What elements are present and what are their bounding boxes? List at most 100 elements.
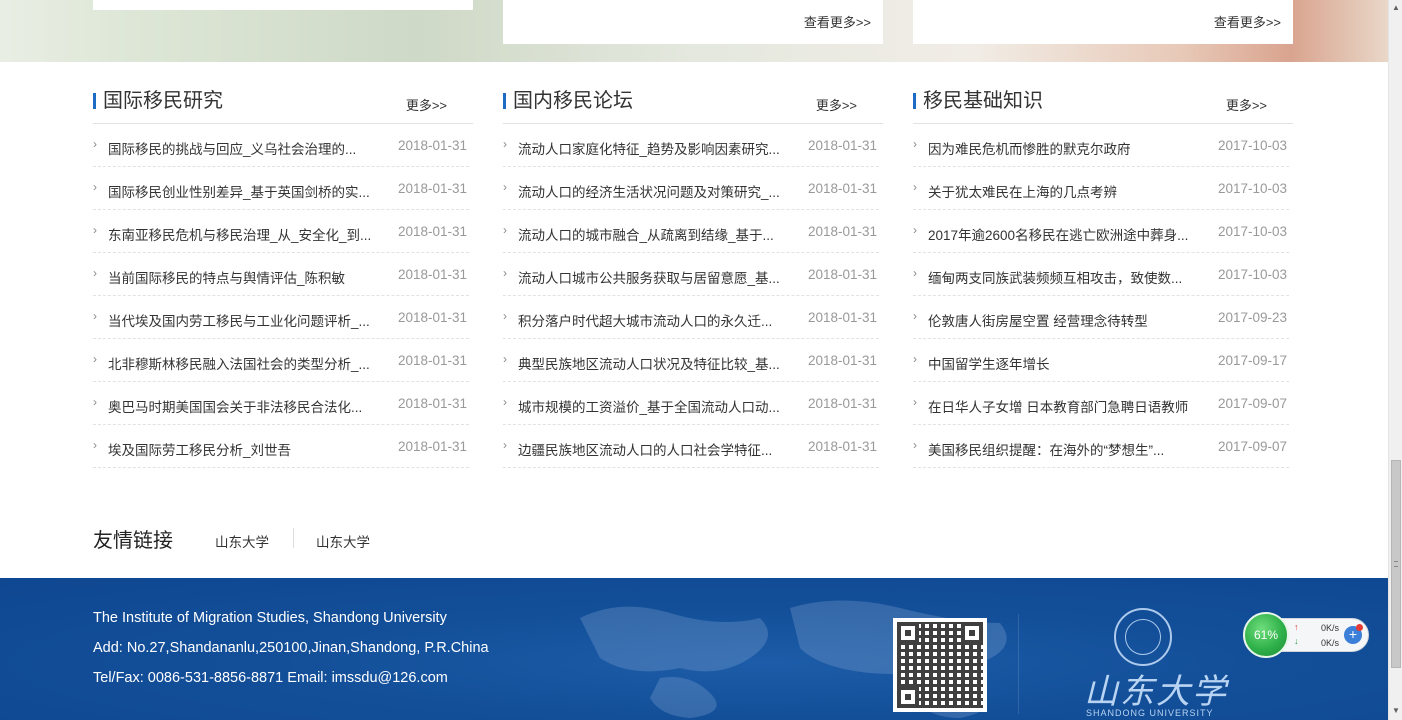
chevron-right-icon: ›	[503, 266, 507, 280]
link-divider	[293, 528, 294, 548]
column-migration-basics: 移民基础知识 更多>> › 因为难民危机而惨胜的默克尔政府 2017-10-03 ›…	[913, 86, 1293, 468]
news-title[interactable]: 流动人口城市公共服务获取与居留意愿_基...	[518, 267, 788, 287]
column-title: 移民基础知识	[913, 90, 1043, 112]
network-speed-widget[interactable]: 61% ↑ ↓ 0K/s 0K/s +	[1243, 612, 1369, 658]
chevron-right-icon: ›	[503, 137, 507, 151]
news-item[interactable]: › 积分落户时代超大城市流动人口的永久迁... 2018-01-31	[503, 296, 879, 339]
news-item[interactable]: › 国际移民创业性别差异_基于英国剑桥的实... 2018-01-31	[93, 167, 469, 210]
news-title[interactable]: 伦敦唐人街房屋空置 经营理念待转型	[928, 310, 1198, 330]
news-title[interactable]: 北非穆斯林移民融入法国社会的类型分析_...	[108, 353, 378, 373]
footer-address: Add: No.27,Shandananlu,250100,Jinan,Shan…	[93, 640, 489, 656]
news-item[interactable]: › 关于犹太难民在上海的几点考辨 2017-10-03	[913, 167, 1289, 210]
chevron-right-icon: ›	[913, 180, 917, 194]
news-item[interactable]: › 在日华人子女增 日本教育部门急聘日语教师 2017-09-07	[913, 382, 1289, 425]
news-title[interactable]: 中国留学生逐年增长	[928, 353, 1198, 373]
news-date: 2018-01-31	[397, 224, 467, 239]
news-item[interactable]: › 美国移民组织提醒：在海外的“梦想生”... 2017-09-07	[913, 425, 1289, 468]
news-title[interactable]: 因为难民危机而惨胜的默克尔政府	[928, 138, 1198, 158]
news-date: 2018-01-31	[807, 181, 877, 196]
news-date: 2018-01-31	[807, 396, 877, 411]
news-date: 2018-01-31	[807, 267, 877, 282]
scrollbar-thumb[interactable]	[1391, 460, 1401, 668]
column-more-link[interactable]: 更多>>	[406, 95, 447, 114]
chevron-right-icon: ›	[503, 352, 507, 366]
chevron-right-icon: ›	[93, 266, 97, 280]
top-card-2: 查看更多>>	[503, 0, 883, 44]
vertical-scrollbar[interactable]: ▲ ▼	[1388, 0, 1402, 720]
qr-code	[893, 618, 987, 712]
footer-divider	[1018, 614, 1019, 714]
news-item[interactable]: › 典型民族地区流动人口状况及特征比较_基... 2018-01-31	[503, 339, 879, 382]
news-title[interactable]: 奥巴马时期美国国会关于非法移民合法化...	[108, 396, 378, 416]
chevron-right-icon: ›	[503, 223, 507, 237]
news-item[interactable]: › 伦敦唐人街房屋空置 经营理念待转型 2017-09-23	[913, 296, 1289, 339]
footer-contact: Tel/Fax: 0086-531-8856-8871 Email: imssd…	[93, 670, 448, 686]
column-more-link[interactable]: 更多>>	[816, 95, 857, 114]
chevron-right-icon: ›	[93, 352, 97, 366]
news-title[interactable]: 美国移民组织提醒：在海外的“梦想生”...	[928, 439, 1198, 459]
news-title[interactable]: 在日华人子女增 日本教育部门急聘日语教师	[928, 396, 1198, 416]
news-item[interactable]: › 北非穆斯林移民融入法国社会的类型分析_... 2018-01-31	[93, 339, 469, 382]
news-title[interactable]: 关于犹太难民在上海的几点考辨	[928, 181, 1198, 201]
news-date: 2018-01-31	[807, 138, 877, 153]
news-item[interactable]: › 边疆民族地区流动人口的人口社会学特征... 2018-01-31	[503, 425, 879, 468]
news-title[interactable]: 当代埃及国内劳工移民与工业化问题评析_...	[108, 310, 378, 330]
news-date: 2017-09-23	[1217, 310, 1287, 325]
top-card-2-more-link[interactable]: 查看更多>>	[804, 12, 871, 31]
news-title[interactable]: 典型民族地区流动人口状况及特征比较_基...	[518, 353, 788, 373]
speed-percent-badge[interactable]: 61%	[1243, 612, 1289, 658]
news-item[interactable]: › 东南亚移民危机与移民治理_从_安全化_到... 2018-01-31	[93, 210, 469, 253]
news-title[interactable]: 积分落户时代超大城市流动人口的永久迁...	[518, 310, 788, 330]
friend-link-sdu-2[interactable]: 山东大学	[316, 531, 370, 551]
top-card-3-more-link[interactable]: 查看更多>>	[1214, 12, 1281, 31]
news-date: 2018-01-31	[397, 138, 467, 153]
news-title[interactable]: 埃及国际劳工移民分析_刘世吾	[108, 439, 378, 459]
news-item[interactable]: › 流动人口家庭化特征_趋势及影响因素研究... 2018-01-31	[503, 124, 879, 167]
news-title[interactable]: 当前国际移民的特点与舆情评估_陈积敏	[108, 267, 378, 287]
chevron-right-icon: ›	[93, 395, 97, 409]
news-title[interactable]: 东南亚移民危机与移民治理_从_安全化_到...	[108, 224, 378, 244]
news-item[interactable]: › 中国留学生逐年增长 2017-09-17	[913, 339, 1289, 382]
scroll-down-arrow-icon[interactable]: ▼	[1392, 706, 1400, 715]
news-item[interactable]: › 国际移民的挑战与回应_义乌社会治理的... 2018-01-31	[93, 124, 469, 167]
chevron-right-icon: ›	[503, 438, 507, 452]
news-title[interactable]: 边疆民族地区流动人口的人口社会学特征...	[518, 439, 788, 459]
news-date: 2018-01-31	[807, 310, 877, 325]
news-list: › 国际移民的挑战与回应_义乌社会治理的... 2018-01-31 › 国际移民创业…	[93, 124, 469, 468]
news-title[interactable]: 缅甸两支同族武装频频互相攻击，致使数...	[928, 267, 1198, 287]
news-item[interactable]: › 流动人口的城市融合_从疏离到结缘_基于... 2018-01-31	[503, 210, 879, 253]
sdu-logo-text: 山东大学	[1084, 672, 1228, 712]
news-item[interactable]: › 埃及国际劳工移民分析_刘世吾 2018-01-31	[93, 425, 469, 468]
chevron-right-icon: ›	[93, 137, 97, 151]
news-item[interactable]: › 当前国际移民的特点与舆情评估_陈积敏 2018-01-31	[93, 253, 469, 296]
news-item[interactable]: › 流动人口的经济生活状况问题及对策研究_... 2018-01-31	[503, 167, 879, 210]
chevron-right-icon: ›	[913, 266, 917, 280]
download-arrow-icon: ↓	[1294, 636, 1299, 646]
chevron-right-icon: ›	[913, 438, 917, 452]
scrollbar-grip	[1394, 561, 1398, 567]
news-date: 2018-01-31	[397, 267, 467, 282]
chevron-right-icon: ›	[93, 438, 97, 452]
scroll-up-arrow-icon[interactable]: ▲	[1392, 3, 1400, 12]
news-item[interactable]: › 缅甸两支同族武装频频互相攻击，致使数... 2017-10-03	[913, 253, 1289, 296]
news-title[interactable]: 流动人口家庭化特征_趋势及影响因素研究...	[518, 138, 788, 158]
qr-code-pattern	[897, 622, 983, 708]
news-title[interactable]: 流动人口的经济生活状况问题及对策研究_...	[518, 181, 788, 201]
news-item[interactable]: › 流动人口城市公共服务获取与居留意愿_基... 2018-01-31	[503, 253, 879, 296]
news-item[interactable]: › 奥巴马时期美国国会关于非法移民合法化... 2018-01-31	[93, 382, 469, 425]
news-item[interactable]: › 因为难民危机而惨胜的默克尔政府 2017-10-03	[913, 124, 1289, 167]
news-title[interactable]: 流动人口的城市融合_从疏离到结缘_基于...	[518, 224, 788, 244]
qr-finder-top-right	[961, 622, 983, 644]
chevron-right-icon: ›	[503, 309, 507, 323]
column-more-link[interactable]: 更多>>	[1226, 95, 1267, 114]
news-title[interactable]: 国际移民创业性别差异_基于英国剑桥的实...	[108, 181, 378, 201]
friend-link-sdu-1[interactable]: 山东大学	[215, 531, 269, 551]
news-title[interactable]: 2017年逾2600名移民在逃亡欧洲途中葬身...	[928, 224, 1198, 244]
news-item[interactable]: › 当代埃及国内劳工移民与工业化问题评析_... 2018-01-31	[93, 296, 469, 339]
news-title[interactable]: 城市规模的工资溢价_基于全国流动人口动...	[518, 396, 788, 416]
news-item[interactable]: › 城市规模的工资溢价_基于全国流动人口动... 2018-01-31	[503, 382, 879, 425]
news-title[interactable]: 国际移民的挑战与回应_义乌社会治理的...	[108, 138, 378, 158]
news-item[interactable]: › 2017年逾2600名移民在逃亡欧洲途中葬身... 2017-10-03	[913, 210, 1289, 253]
news-list: › 流动人口家庭化特征_趋势及影响因素研究... 2018-01-31 › 流动人口的…	[503, 124, 879, 468]
sdu-emblem-icon	[1114, 608, 1172, 666]
